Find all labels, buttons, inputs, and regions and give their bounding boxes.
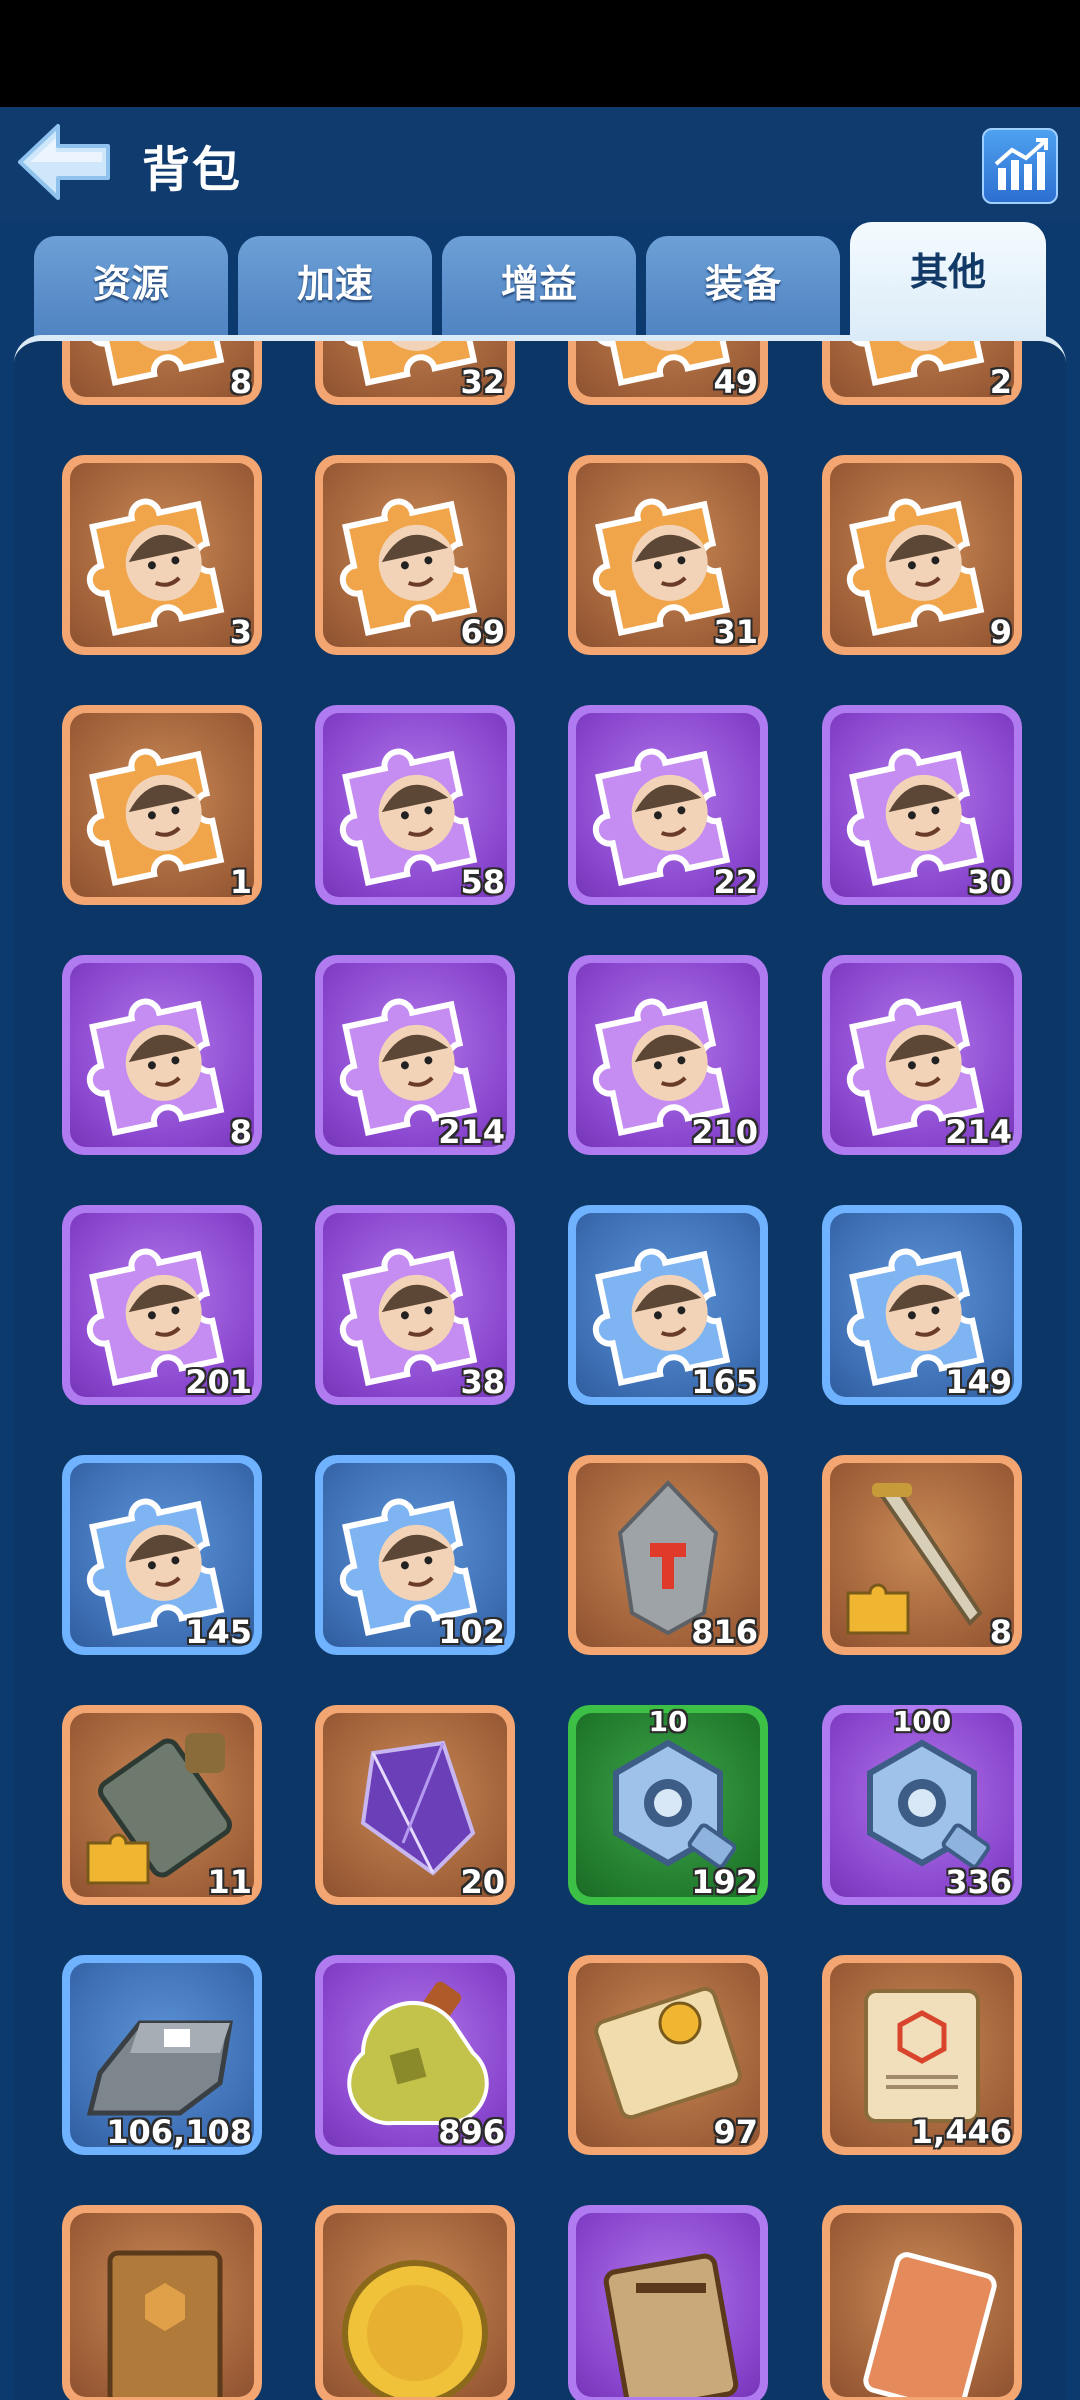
inventory-item[interactable]: 22 [568,705,768,905]
puzzle-icon [70,341,254,397]
inventory-grid: 8 32 49 2 3 69 31 9 1 58 22 30 8 214 210 214 201 38 165 149… [14,335,1066,2400]
item-count: 32 [460,363,505,401]
item-count: 31 [713,613,758,651]
item-count: 22 [713,863,758,901]
category-tabs: 资源 加速 增益 装备 其他 [0,222,1080,342]
inventory-item[interactable] [62,2205,262,2400]
inventory-item[interactable]: 9 [822,455,1022,655]
inventory-item[interactable]: 8 [822,1455,1022,1655]
item-count: 1,446 [910,2113,1012,2151]
bar-chart-icon [994,138,1048,190]
tab-other[interactable]: 其他 [850,222,1046,336]
status-bar [0,0,1080,107]
item-count: 214 [438,1113,505,1151]
page-title: 背包 [142,142,243,198]
inventory-item[interactable]: 102 [315,1455,515,1655]
inventory-item[interactable]: 210 [568,955,768,1155]
item-tier-label: 10 [648,1705,688,1738]
puzzle-icon [70,963,254,1147]
stats-button[interactable] [982,128,1058,204]
inventory-item[interactable]: 8 [62,341,262,405]
tab-speedups[interactable]: 加速 [238,236,432,336]
inventory-item[interactable]: 1 [62,705,262,905]
back-button[interactable] [14,120,114,204]
item-count: 58 [460,863,505,901]
puzzle-icon [70,713,254,897]
inventory-item[interactable]: 20 [315,1705,515,1905]
inventory-item[interactable] [822,2205,1022,2400]
item-count: 30 [967,863,1012,901]
inventory-item[interactable]: 100 336 [822,1705,1022,1905]
item-count: 201 [185,1363,252,1401]
inventory-item[interactable]: 49 [568,341,768,405]
inventory-item[interactable]: 201 [62,1205,262,1405]
item-count: 49 [713,363,758,401]
inventory-item[interactable]: 97 [568,1955,768,2155]
inventory-item[interactable]: 145 [62,1455,262,1655]
inventory-item[interactable]: 69 [315,455,515,655]
inventory-item[interactable]: 30 [822,705,1022,905]
inventory-item[interactable]: 149 [822,1205,1022,1405]
item-count: 165 [691,1363,758,1401]
item-count: 3 [229,613,252,651]
back-arrow-icon [18,124,110,200]
puzzle-icon [70,463,254,647]
sword-fragment-icon [830,1463,1014,1647]
item-count: 214 [945,1113,1012,1151]
item-count: 20 [460,1863,505,1901]
inventory-item[interactable]: 11 [62,1705,262,1905]
inventory-item[interactable]: 165 [568,1205,768,1405]
item-count: 9 [989,613,1012,651]
item-count: 8 [229,1113,252,1151]
inventory-item[interactable]: 214 [822,955,1022,1155]
gold-coin-icon [323,2213,507,2397]
item-count: 145 [185,1613,252,1651]
item-count: 1 [229,863,252,901]
item-count: 210 [691,1113,758,1151]
item-count: 11 [207,1863,252,1901]
item-count: 816 [691,1613,758,1651]
item-count: 106,108 [106,2113,252,2151]
item-count: 69 [460,613,505,651]
inventory-item[interactable]: 38 [315,1205,515,1405]
inventory-item[interactable]: 896 [315,1955,515,2155]
inventory-item[interactable]: 31 [568,455,768,655]
inventory-item[interactable]: 32 [315,341,515,405]
inventory-item[interactable]: 106,108 [62,1955,262,2155]
inventory-item[interactable]: 58 [315,705,515,905]
inventory-item[interactable]: 816 [568,1455,768,1655]
inventory-item[interactable] [568,2205,768,2400]
item-count: 8 [989,1613,1012,1651]
inventory-item[interactable]: 2 [822,341,1022,405]
item-count: 192 [691,1863,758,1901]
puzzle-icon [830,341,1014,397]
tag-icon [576,2213,760,2397]
item-count: 2 [989,363,1012,401]
ticket-icon [830,2213,1014,2397]
inventory-item[interactable]: 10 192 [568,1705,768,1905]
inventory-item[interactable]: 3 [62,455,262,655]
tab-boosts[interactable]: 增益 [442,236,636,336]
inventory-item[interactable]: 8 [62,955,262,1155]
tab-equipment[interactable]: 装备 [646,236,840,336]
puzzle-icon [830,463,1014,647]
item-count: 102 [438,1613,505,1651]
inventory-item[interactable]: 1,446 [822,1955,1022,2155]
book-icon [70,2213,254,2397]
item-count: 149 [945,1363,1012,1401]
item-count: 896 [438,2113,505,2151]
item-count: 38 [460,1363,505,1401]
tab-resources[interactable]: 资源 [34,236,228,336]
item-count: 336 [945,1863,1012,1901]
item-count: 97 [713,2113,758,2151]
inventory-item[interactable] [315,2205,515,2400]
item-tier-label: 100 [892,1705,952,1738]
inventory-item[interactable]: 214 [315,955,515,1155]
item-count: 8 [229,363,252,401]
